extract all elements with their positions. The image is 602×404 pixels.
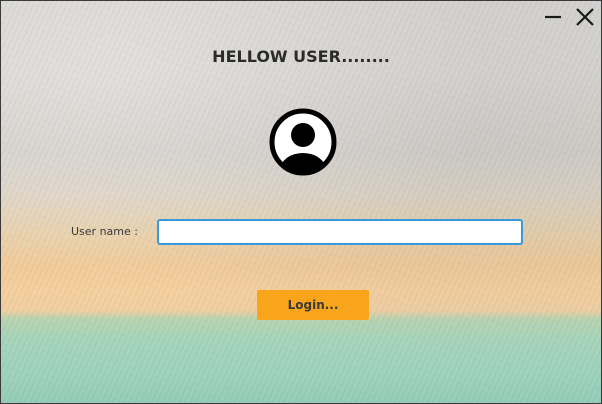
page-title: HELLOW USER........ bbox=[212, 47, 390, 66]
user-avatar bbox=[267, 106, 339, 178]
close-icon bbox=[576, 8, 594, 26]
close-button[interactable] bbox=[575, 7, 595, 27]
minimize-icon bbox=[545, 15, 561, 19]
login-window: HELLOW USER........ User name : Login... bbox=[0, 0, 602, 404]
username-label: User name : bbox=[71, 225, 138, 238]
username-input[interactable] bbox=[157, 219, 523, 245]
login-button[interactable]: Login... bbox=[257, 290, 369, 320]
user-avatar-icon bbox=[269, 108, 337, 176]
window-controls bbox=[543, 7, 595, 27]
minimize-button[interactable] bbox=[543, 7, 563, 27]
